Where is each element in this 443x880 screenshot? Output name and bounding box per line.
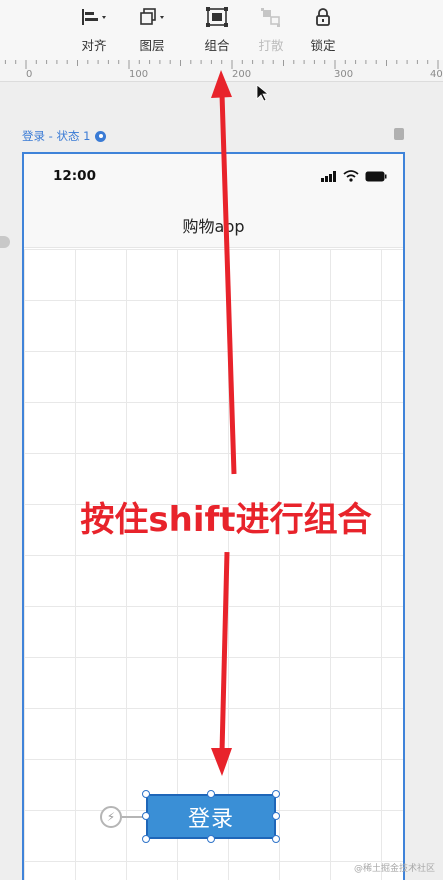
artboard-name: 登录 - 状态 1 bbox=[22, 129, 91, 143]
group-icon bbox=[206, 6, 228, 28]
group-label: 组合 bbox=[204, 38, 230, 53]
resize-handle[interactable] bbox=[272, 790, 280, 798]
ruler-mark: 300 bbox=[334, 69, 354, 80]
align-label: 对齐 bbox=[81, 38, 107, 53]
resize-handle[interactable] bbox=[142, 835, 150, 843]
ruler-ticks bbox=[4, 60, 439, 69]
status-dot-icon bbox=[95, 130, 107, 142]
horizontal-ruler: 0 100 200 300 40 bbox=[0, 60, 443, 82]
resize-handle[interactable] bbox=[142, 790, 150, 798]
mouse-cursor-icon bbox=[256, 84, 270, 102]
status-bar: 12:00 bbox=[24, 154, 403, 198]
ruler-mark: 100 bbox=[129, 69, 149, 80]
annotation-text: 按住shift进行组合 bbox=[80, 500, 372, 540]
login-button[interactable]: 登录 bbox=[146, 794, 276, 839]
wifi-icon bbox=[343, 170, 359, 182]
battery-icon bbox=[365, 171, 387, 181]
group-button[interactable]: 组合 bbox=[189, 6, 245, 56]
align-left-icon bbox=[79, 6, 109, 28]
watermark: @稀土掘金技术社区 bbox=[353, 864, 435, 874]
layers-icon bbox=[137, 6, 167, 28]
status-time: 12:00 bbox=[53, 168, 96, 184]
toolbar: 对齐 图层 组合 打散 锁定 bbox=[0, 0, 443, 60]
status-icons bbox=[321, 170, 387, 182]
lock-button[interactable]: 锁定 bbox=[295, 6, 351, 56]
nav-bar: 购物app bbox=[24, 198, 403, 248]
layout-grid bbox=[24, 249, 403, 880]
lock-icon bbox=[313, 6, 333, 28]
ungroup-label: 打散 bbox=[258, 38, 284, 53]
resize-handle[interactable] bbox=[207, 835, 215, 843]
signal-icon bbox=[321, 170, 336, 182]
artboard-label[interactable]: 登录 - 状态 1 bbox=[22, 128, 107, 144]
artboard-menu-icon[interactable] bbox=[394, 128, 404, 140]
ungroup-button[interactable]: 打散 bbox=[243, 6, 299, 56]
ruler-mark: 0 bbox=[26, 69, 33, 80]
align-button[interactable]: 对齐 bbox=[66, 6, 122, 56]
ruler-mark: 40 bbox=[430, 69, 443, 80]
layers-label: 图层 bbox=[139, 38, 165, 53]
layers-button[interactable]: 图层 bbox=[124, 6, 180, 56]
side-panel-toggle[interactable] bbox=[0, 236, 10, 248]
interaction-bolt-icon[interactable]: ⚡ bbox=[100, 806, 122, 828]
resize-handle[interactable] bbox=[272, 812, 280, 820]
lock-label: 锁定 bbox=[310, 38, 336, 53]
ruler-mark: 200 bbox=[232, 69, 252, 80]
ungroup-icon bbox=[260, 6, 282, 28]
nav-title: 购物app bbox=[182, 217, 245, 236]
resize-handle[interactable] bbox=[207, 790, 215, 798]
resize-handle[interactable] bbox=[272, 835, 280, 843]
resize-handle[interactable] bbox=[142, 812, 150, 820]
